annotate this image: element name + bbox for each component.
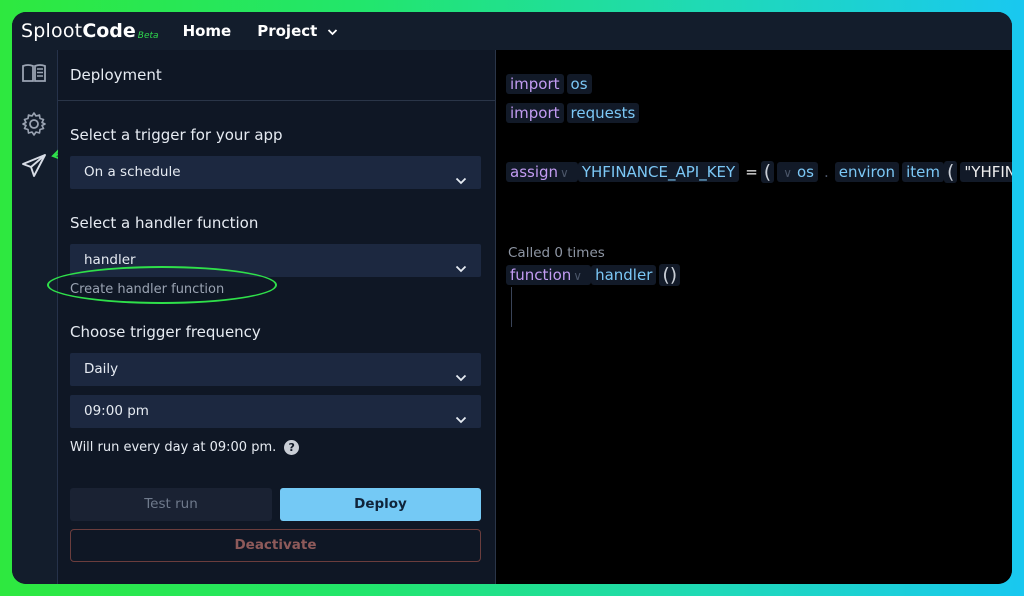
handler-select-value: handler (84, 252, 136, 268)
test-run-button[interactable]: Test run (70, 488, 272, 521)
logo-text-bold: Code (82, 20, 136, 42)
dot-token: . (823, 163, 829, 181)
panel-title: Deployment (58, 50, 495, 101)
time-select[interactable]: 09:00 pm (70, 395, 481, 428)
equals-token[interactable]: = (745, 163, 758, 181)
time-select-value: 09:00 pm (84, 403, 149, 419)
identifier-token[interactable]: os (566, 74, 592, 94)
chevron-down-icon: ∨ (560, 166, 569, 180)
method-token[interactable]: item (902, 162, 944, 182)
handler-label: Select a handler function (70, 214, 259, 232)
top-bar: Sploot Code Beta Home Project (12, 12, 1012, 50)
logo-text-light: Sploot (21, 20, 83, 42)
nav-project-label: Project (257, 22, 318, 40)
trigger-select[interactable]: On a schedule (70, 156, 481, 189)
frequency-select[interactable]: Daily (70, 353, 481, 386)
app-window: Sploot Code Beta Home Project Deployment… (12, 12, 1012, 584)
module-name: os (796, 163, 814, 181)
function-body-guide (511, 287, 512, 327)
deployment-panel: Deployment Select a trigger for your app… (47, 50, 496, 584)
code-line-import-os[interactable]: import os (506, 74, 595, 94)
chevron-down-icon: ∨ (783, 166, 792, 180)
trigger-select-value: On a schedule (84, 164, 181, 180)
nav-home[interactable]: Home (183, 22, 232, 40)
identifier-token[interactable]: ∨ os (777, 162, 818, 182)
schedule-note-text: Will run every day at 09:00 pm. (70, 440, 277, 455)
chevron-down-icon (455, 167, 467, 185)
trigger-label: Select a trigger for your app (70, 126, 283, 144)
assign-keyword: assign (510, 163, 559, 181)
code-line-assign[interactable]: assign ∨ YHFINANCE_API_KEY = ( ∨ os . envi… (506, 161, 1012, 183)
keyword-token[interactable]: function ∨ (506, 265, 592, 285)
chevron-down-icon (327, 22, 338, 40)
gear-icon[interactable] (21, 111, 47, 137)
chevron-down-icon (455, 255, 467, 273)
variable-token[interactable]: YHFINANCE_API_KEY (577, 162, 740, 182)
frequency-label: Choose trigger frequency (70, 323, 261, 341)
function-name-token[interactable]: handler (591, 265, 657, 285)
params-token[interactable]: () (659, 264, 681, 286)
sidebar (12, 50, 76, 584)
function-keyword: function (510, 266, 572, 284)
keyword-token[interactable]: assign ∨ (506, 162, 578, 182)
code-line-function[interactable]: function ∨ handler () (506, 264, 683, 286)
send-icon[interactable] (21, 153, 47, 179)
identifier-token[interactable]: requests (566, 103, 640, 123)
string-value: YHFIN (971, 163, 1012, 181)
open-paren-token[interactable]: ( (943, 161, 958, 183)
string-token[interactable]: "YHFIN (960, 162, 1012, 182)
schedule-note: Will run every day at 09:00 pm. ? (70, 440, 300, 455)
help-icon[interactable]: ? (284, 440, 300, 455)
code-line-import-requests[interactable]: import requests (506, 103, 642, 123)
nav-project[interactable]: Project (257, 22, 338, 40)
deploy-button[interactable]: Deploy (280, 488, 481, 521)
annotation-highlight-ellipse (47, 266, 277, 304)
chevron-down-icon (455, 364, 467, 382)
code-editor[interactable]: import os import requests assign ∨ YHFINANC… (496, 50, 1012, 584)
chevron-down-icon (455, 406, 467, 424)
keyword-token[interactable]: import (506, 103, 564, 123)
book-icon[interactable] (21, 60, 47, 86)
beta-badge: Beta (137, 31, 159, 41)
call-count: Called 0 times (508, 245, 605, 261)
attribute-token[interactable]: environ (834, 162, 900, 182)
open-paren-token[interactable]: ( (760, 161, 775, 183)
frequency-select-value: Daily (84, 361, 119, 377)
deactivate-button[interactable]: Deactivate (70, 529, 481, 562)
app-logo[interactable]: Sploot Code Beta (21, 20, 159, 42)
keyword-token[interactable]: import (506, 74, 564, 94)
chevron-down-icon: ∨ (573, 269, 583, 283)
